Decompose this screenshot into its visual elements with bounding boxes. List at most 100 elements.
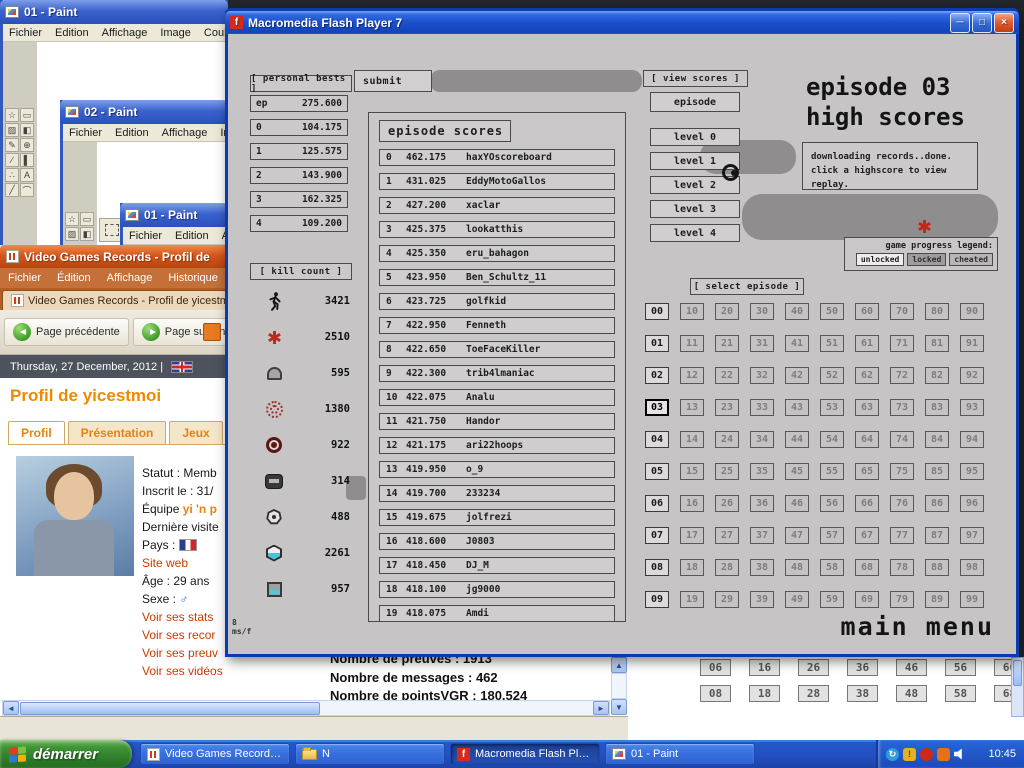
paint-tool-icon[interactable]: ◧ [20, 123, 34, 137]
episode-cell-54[interactable]: 54 [820, 431, 844, 448]
paint-tool-icon[interactable]: A [20, 168, 34, 182]
episode-cell-14[interactable]: 14 [680, 431, 704, 448]
bg-episode-cell[interactable]: 28 [798, 685, 829, 702]
episode-cell-59[interactable]: 59 [820, 591, 844, 608]
episode-cell-08[interactable]: 08 [645, 559, 669, 576]
episode-cell-31[interactable]: 31 [750, 335, 774, 352]
episode-cell-32[interactable]: 32 [750, 367, 774, 384]
scroll-down-arrow[interactable]: ▼ [611, 699, 627, 715]
paint-tool-icon[interactable]: ☆ [5, 108, 19, 122]
episode-cell-46[interactable]: 46 [785, 495, 809, 512]
episode-cell-87[interactable]: 87 [925, 527, 949, 544]
menu-item-image[interactable]: Image [160, 27, 191, 39]
score-row[interactable]: 19418.075Amdi [379, 605, 615, 622]
episode-cell-00[interactable]: 00 [645, 303, 669, 320]
episode-cell-68[interactable]: 68 [855, 559, 879, 576]
episode-cell-92[interactable]: 92 [960, 367, 984, 384]
submit-button[interactable]: submit [354, 70, 432, 92]
antivirus-icon[interactable] [920, 748, 933, 761]
taskbar-task-4[interactable]: 01 - Paint [605, 743, 755, 765]
menu-item-fichier[interactable]: Fichier [8, 272, 41, 284]
episode-cell-38[interactable]: 38 [750, 559, 774, 576]
episode-cell-56[interactable]: 56 [820, 495, 844, 512]
episode-cell-62[interactable]: 62 [855, 367, 879, 384]
episode-cell-90[interactable]: 90 [960, 303, 984, 320]
episode-cell-25[interactable]: 25 [715, 463, 739, 480]
bg-episode-cell[interactable]: 16 [749, 659, 780, 676]
paint-tool-icon[interactable]: ✎ [5, 138, 19, 152]
score-row[interactable]: 9422.300trib4lmaniac [379, 365, 615, 382]
back-button[interactable]: Page précédente [4, 318, 129, 346]
tab-profil[interactable]: Profil [8, 421, 65, 444]
paint-tool-icon[interactable]: ☆ [65, 212, 79, 226]
episode-cell-23[interactable]: 23 [715, 399, 739, 416]
episode-cell-28[interactable]: 28 [715, 559, 739, 576]
taskbar-task-1[interactable]: Video Games Records... [140, 743, 290, 765]
episode-cell-02[interactable]: 02 [645, 367, 669, 384]
bg-episode-cell[interactable]: 58 [945, 685, 976, 702]
episode-cell-26[interactable]: 26 [715, 495, 739, 512]
paint3-titlebar[interactable]: 01 - Paint [120, 203, 228, 227]
score-row[interactable]: 4425.350eru_bahagon [379, 245, 615, 262]
episode-cell-84[interactable]: 84 [925, 431, 949, 448]
episode-cell-16[interactable]: 16 [680, 495, 704, 512]
paint-tool-icon[interactable]: ╱ [5, 183, 19, 197]
episode-cell-01[interactable]: 01 [645, 335, 669, 352]
episode-cell-17[interactable]: 17 [680, 527, 704, 544]
score-row[interactable]: 13419.950o_9 [379, 461, 615, 478]
episode-cell-66[interactable]: 66 [855, 495, 879, 512]
episode-cell-77[interactable]: 77 [890, 527, 914, 544]
start-button[interactable]: démarrer [0, 740, 132, 768]
episode-cell-03[interactable]: 03 [645, 399, 669, 416]
paint-tool-icon[interactable]: ◧ [80, 227, 94, 241]
horizontal-scrollbar-thumb[interactable] [20, 702, 320, 715]
episode-cell-82[interactable]: 82 [925, 367, 949, 384]
episode-cell-22[interactable]: 22 [715, 367, 739, 384]
episode-cell-81[interactable]: 81 [925, 335, 949, 352]
paint-tool-icon[interactable]: ▭ [80, 212, 94, 226]
score-row[interactable]: 10422.075Analu [379, 389, 615, 406]
maximize-button[interactable]: □ [972, 13, 992, 33]
episode-cell-49[interactable]: 49 [785, 591, 809, 608]
episode-cell-05[interactable]: 05 [645, 463, 669, 480]
score-row[interactable]: 11421.750Handor [379, 413, 615, 430]
paint-tool-icon[interactable]: ∴ [5, 168, 19, 182]
episode-cell-21[interactable]: 21 [715, 335, 739, 352]
tab-jeux[interactable]: Jeux [169, 421, 222, 444]
episode-cell-43[interactable]: 43 [785, 399, 809, 416]
team-link[interactable]: yi 'n p [183, 502, 217, 516]
tab-présentation[interactable]: Présentation [68, 421, 167, 444]
level-button[interactable]: level 3 [650, 200, 740, 218]
episode-cell-58[interactable]: 58 [820, 559, 844, 576]
menu-item-edition[interactable]: Edition [115, 127, 149, 139]
episode-cell-85[interactable]: 85 [925, 463, 949, 480]
paint-tool-icon[interactable]: ⌒ [20, 183, 34, 197]
bg-episode-cell[interactable]: 48 [896, 685, 927, 702]
background-scrollbar[interactable] [1011, 657, 1024, 717]
score-row[interactable]: 1431.025EddyMotoGallos [379, 173, 615, 190]
episode-cell-60[interactable]: 60 [855, 303, 879, 320]
scroll-up-arrow[interactable]: ▲ [611, 657, 627, 673]
episode-cell-48[interactable]: 48 [785, 559, 809, 576]
episode-cell-67[interactable]: 67 [855, 527, 879, 544]
episode-cell-83[interactable]: 83 [925, 399, 949, 416]
episode-cell-07[interactable]: 07 [645, 527, 669, 544]
score-row[interactable]: 3425.375lookatthis [379, 221, 615, 238]
menu-item-édition[interactable]: Édition [57, 272, 91, 284]
episode-cell-70[interactable]: 70 [890, 303, 914, 320]
episode-cell-71[interactable]: 71 [890, 335, 914, 352]
horizontal-scrollbar[interactable]: ◄ ► [2, 700, 610, 716]
episode-cell-86[interactable]: 86 [925, 495, 949, 512]
episode-cell-65[interactable]: 65 [855, 463, 879, 480]
episode-button[interactable]: episode [650, 92, 740, 112]
level-button[interactable]: level 4 [650, 224, 740, 242]
episode-cell-89[interactable]: 89 [925, 591, 949, 608]
episode-cell-41[interactable]: 41 [785, 335, 809, 352]
episode-cell-91[interactable]: 91 [960, 335, 984, 352]
bg-episode-cell[interactable]: 08 [700, 685, 731, 702]
update-icon[interactable]: ↻ [886, 748, 899, 761]
voir-stats-link[interactable]: Voir ses stats [142, 610, 213, 624]
menu-item-fichier[interactable]: Fichier [9, 27, 42, 39]
score-row[interactable]: 8422.650ToeFaceKiller [379, 341, 615, 358]
episode-cell-74[interactable]: 74 [890, 431, 914, 448]
